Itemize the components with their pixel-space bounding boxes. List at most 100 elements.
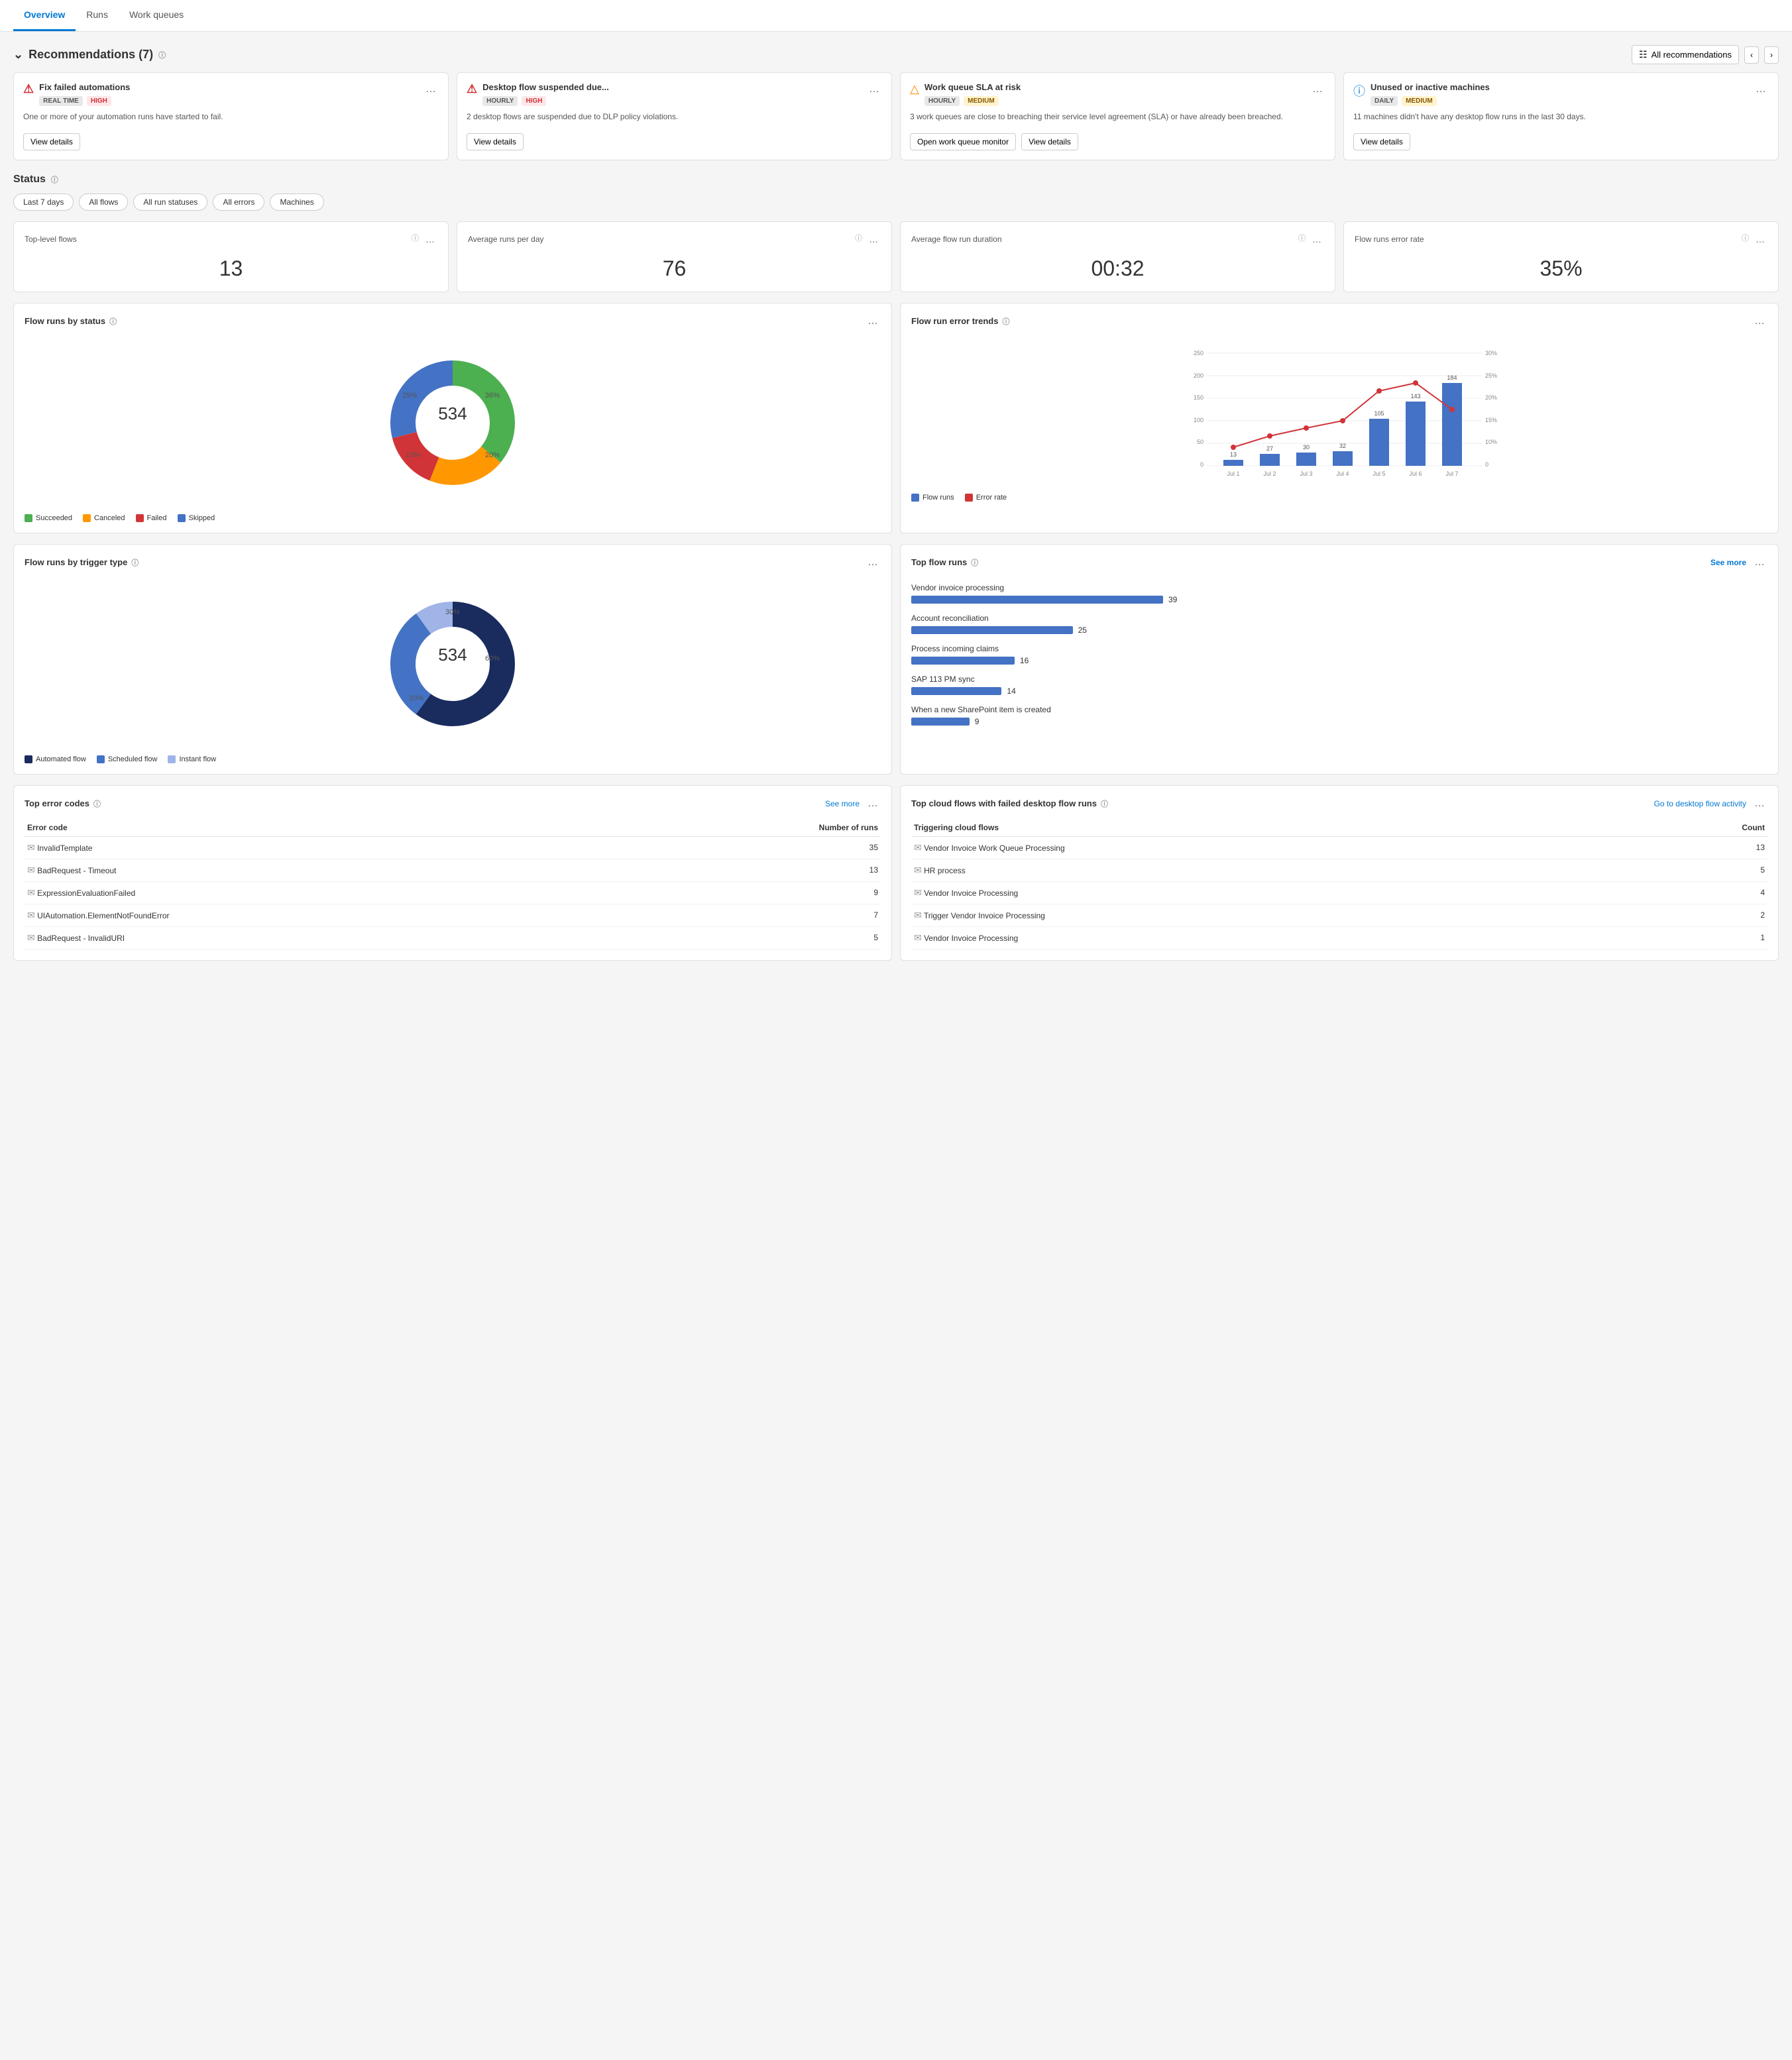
top-flow-runs-menu[interactable]: … (1752, 555, 1767, 570)
rec-freq-2: HOURLY (924, 96, 960, 106)
go-to-desktop-activity[interactable]: Go to desktop flow activity (1654, 799, 1746, 808)
legend-canceled: Canceled (83, 514, 125, 522)
rec-card-1: ⚠ Desktop flow suspended due... HOURLY H… (457, 72, 892, 160)
rec-desc-1: 2 desktop flows are suspended due to DLP… (467, 111, 882, 123)
flow-runs-trigger-card: Flow runs by trigger type ⓘ … 534 60% 30… (13, 544, 892, 775)
rec-btn-0-0[interactable]: View details (23, 133, 80, 150)
error-codes-info: ⓘ (93, 798, 101, 809)
stat-info-0: ⓘ (412, 233, 419, 246)
bar-jul2 (1260, 454, 1280, 466)
legend-dot-canceled (83, 514, 91, 522)
grid-icon: ☷ (1639, 49, 1648, 60)
stat-card-0: Top-level flows ⓘ … 13 (13, 221, 449, 292)
rec-btn-2-1[interactable]: View details (1021, 133, 1078, 150)
legend-label-instant: Instant flow (179, 755, 216, 763)
trigger-donut-total: 534 (438, 645, 467, 665)
rec-title-3: Unused or inactive machines (1371, 82, 1490, 93)
filter-last7days[interactable]: Last 7 days (13, 193, 74, 211)
status-header: Status ⓘ (13, 174, 1779, 186)
svg-text:15%: 15% (1485, 417, 1497, 423)
rec-severity-0: High (87, 96, 111, 106)
tab-work-queues[interactable]: Work queues (119, 0, 194, 31)
filter-machines[interactable]: Machines (270, 193, 323, 211)
col-triggering-flows: Triggering cloud flows (911, 819, 1636, 837)
svg-text:Jul 4: Jul 4 (1336, 470, 1349, 477)
stat-menu-0[interactable]: … (423, 233, 437, 246)
legend-dot-failed (136, 514, 144, 522)
error-codes-menu[interactable]: … (865, 796, 881, 811)
flow-runs-status-menu[interactable]: … (865, 314, 881, 329)
svg-text:Jul 5: Jul 5 (1372, 470, 1385, 477)
prev-recommendation-button[interactable]: ‹ (1744, 46, 1759, 64)
table-row: ✉ BadRequest - InvalidURI 5 (25, 926, 881, 949)
legend-succeeded: Succeeded (25, 514, 72, 522)
warning-icon: △ (910, 82, 919, 96)
legend-label-failed: Failed (147, 514, 167, 522)
bar-chart-legend: Flow runs Error rate (911, 494, 1767, 502)
svg-text:Jul 7: Jul 7 (1445, 470, 1458, 477)
all-recommendations-button[interactable]: ☷ All recommendations (1632, 45, 1739, 64)
error-codes-see-more[interactable]: See more (825, 799, 860, 808)
error-dot-jul7 (1449, 407, 1455, 412)
svg-text:250: 250 (1194, 350, 1204, 356)
flow-run-error-trends-card: Flow run error trends ⓘ … 250 200 150 10… (900, 303, 1779, 533)
filter-allerrors[interactable]: All errors (213, 193, 264, 211)
stat-menu-3[interactable]: … (1753, 233, 1767, 246)
cloud-flow-icon-0: ✉ (914, 842, 922, 853)
top-flow-runs-see-more[interactable]: See more (1710, 558, 1746, 567)
error-trends-menu[interactable]: … (1752, 314, 1767, 329)
bottom-row: Top error codes ⓘ See more … Error code … (13, 785, 1779, 961)
next-recommendation-button[interactable]: › (1764, 46, 1779, 64)
rec-menu-1[interactable]: … (866, 82, 882, 97)
stat-menu-1[interactable]: … (866, 233, 881, 246)
error-icon-1: ⚠ (467, 82, 477, 96)
recommendations-header: ⌄ Recommendations (7) ⓘ ☷ All recommenda… (13, 45, 1779, 64)
cloud-flows-menu[interactable]: … (1752, 796, 1767, 811)
table-row: ✉ HR process 5 (911, 859, 1767, 881)
cloud-flows-table: Triggering cloud flows Count ✉ Vendor In… (911, 819, 1767, 949)
top-flow-item-2: Process incoming claims 16 (911, 644, 1767, 665)
filter-allrunstatuses[interactable]: All run statuses (133, 193, 207, 211)
filter-row: Last 7 days All flows All run statuses A… (13, 193, 1779, 211)
trigger-legend: Automated flow Scheduled flow Instant fl… (25, 755, 881, 763)
rec-btn-2-0[interactable]: Open work queue monitor (910, 133, 1016, 150)
legend-error-rate: Error rate (965, 494, 1007, 502)
rec-severity-2: Medium (964, 96, 999, 106)
svg-text:Jul 3: Jul 3 (1300, 470, 1312, 477)
rec-card-0: ⚠ Fix failed automations REAL TIME High … (13, 72, 449, 160)
top-flow-item-4: When a new SharePoint item is created 9 (911, 705, 1767, 726)
tab-runs[interactable]: Runs (76, 0, 119, 31)
svg-text:32: 32 (1339, 443, 1346, 449)
stat-card-2: Average flow run duration ⓘ … 00:32 (900, 221, 1335, 292)
stat-menu-2[interactable]: … (1310, 233, 1324, 246)
recommendations-title: ⌄ Recommendations (7) ⓘ (13, 48, 166, 62)
bar-chart-container: 250 200 150 100 50 0 30% 25% 20% 15% 10%… (911, 337, 1767, 508)
recommendations-heading: Recommendations (7) (28, 48, 153, 62)
filter-allflows[interactable]: All flows (79, 193, 128, 211)
legend-flow-runs: Flow runs (911, 494, 954, 502)
main-content: ⌄ Recommendations (7) ⓘ ☷ All recommenda… (0, 32, 1792, 974)
donut-total-label: 534 (438, 404, 467, 423)
rec-freq-1: HOURLY (482, 96, 518, 106)
cloud-flow-icon-3: ✉ (914, 910, 922, 920)
bar-jul3 (1296, 453, 1316, 466)
rec-card-2: △ Work queue SLA at risk HOURLY Medium …… (900, 72, 1335, 160)
error-codes-title: Top error codes ⓘ (25, 798, 101, 809)
rec-menu-3[interactable]: … (1753, 82, 1769, 97)
rec-menu-2[interactable]: … (1310, 82, 1325, 97)
tab-overview[interactable]: Overview (13, 0, 76, 31)
pct-label-canceled: 20% (485, 451, 500, 459)
rec-menu-0[interactable]: … (423, 82, 439, 97)
error-trends-title: Flow run error trends (911, 316, 998, 326)
info-icon-4: ⓘ (1353, 82, 1365, 99)
trigger-menu[interactable]: … (865, 555, 881, 570)
error-code-icon-0: ✉ (27, 842, 35, 853)
error-dot-jul5 (1376, 388, 1382, 394)
svg-text:10%: 10% (1485, 439, 1497, 445)
legend-instant: Instant flow (168, 755, 216, 763)
svg-text:100: 100 (1194, 417, 1204, 423)
rec-controls: ☷ All recommendations ‹ › (1632, 45, 1779, 64)
trigger-info: ⓘ (131, 557, 139, 568)
rec-btn-3-0[interactable]: View details (1353, 133, 1410, 150)
rec-btn-1-0[interactable]: View details (467, 133, 524, 150)
